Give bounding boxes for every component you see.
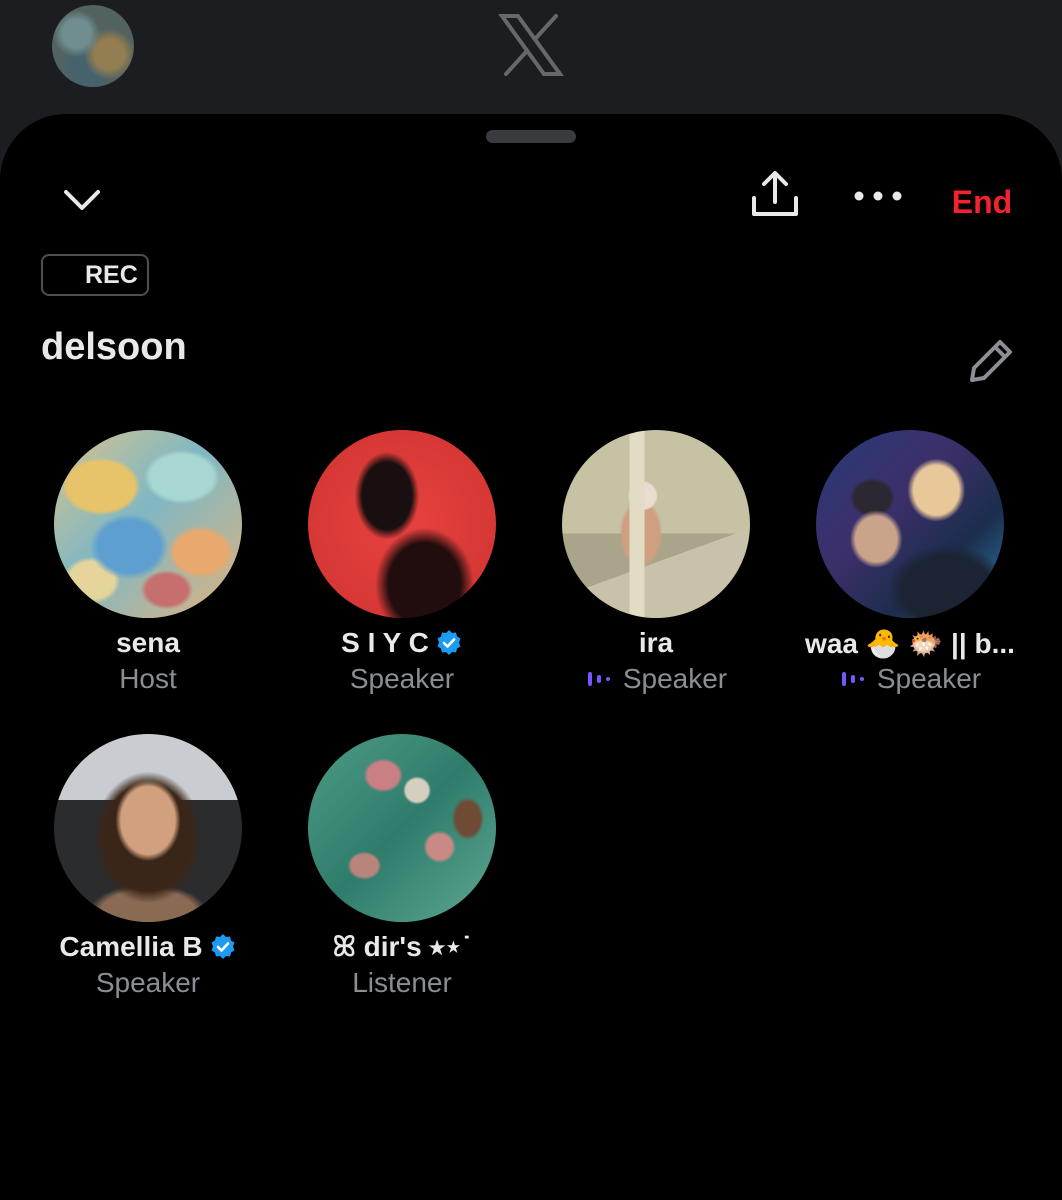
- participant-role: Host: [119, 663, 177, 694]
- space-title: delsoon: [41, 326, 187, 368]
- avatar: [308, 430, 496, 618]
- participant-name: ꕤ dir's ⭑⋆˙: [332, 931, 472, 962]
- participant-camellia-b[interactable]: Camellia B Speaker: [21, 734, 275, 1000]
- participant-name: sena: [116, 627, 180, 658]
- speaking-wave-icon: [841, 672, 864, 686]
- participant-role: Speaker: [95, 967, 201, 998]
- participant-waa[interactable]: waa 🐣 🐡 || b... Speaker: [783, 430, 1037, 696]
- avatar: [308, 734, 496, 922]
- participant-role: Speaker: [349, 663, 455, 694]
- top-app-bar: [0, 0, 1062, 120]
- participant-role: Speaker: [529, 662, 783, 696]
- speaking-wave-icon: [587, 672, 610, 686]
- avatar: [562, 430, 750, 618]
- chevron-down-icon[interactable]: [62, 180, 102, 220]
- end-space-button[interactable]: End: [944, 180, 1020, 224]
- avatar: [54, 430, 242, 618]
- participant-dirs[interactable]: ꕤ dir's ⭑⋆˙ Listener: [275, 734, 529, 1000]
- participant-role: Listener: [352, 967, 452, 998]
- participant-role: Speaker: [783, 662, 1037, 696]
- participant-ira[interactable]: ira Speaker: [529, 430, 783, 696]
- more-dots-icon[interactable]: [852, 184, 904, 208]
- share-upload-icon[interactable]: [748, 168, 802, 222]
- x-logo-icon: [498, 14, 564, 76]
- participant-name: Camellia B: [21, 930, 275, 964]
- sheet-grabber-handle[interactable]: [486, 130, 576, 143]
- participant-name: ira: [638, 627, 674, 658]
- verified-badge-icon: [437, 630, 461, 655]
- participant-name: waa 🐣 🐡 || b...: [805, 627, 1015, 659]
- account-avatar[interactable]: [52, 5, 134, 87]
- pencil-icon[interactable]: [962, 334, 1018, 390]
- verified-badge-icon: [211, 934, 235, 959]
- avatar: [54, 734, 242, 922]
- participant-sena[interactable]: sena Host: [21, 430, 275, 696]
- participant-name: S I Y C: [275, 626, 529, 660]
- recording-badge: REC: [41, 254, 149, 296]
- participant-siyc[interactable]: S I Y C Speaker: [275, 430, 529, 696]
- space-sheet: End REC delsoon sena Host S I Y C Speake…: [0, 114, 1062, 1200]
- avatar: [816, 430, 1004, 618]
